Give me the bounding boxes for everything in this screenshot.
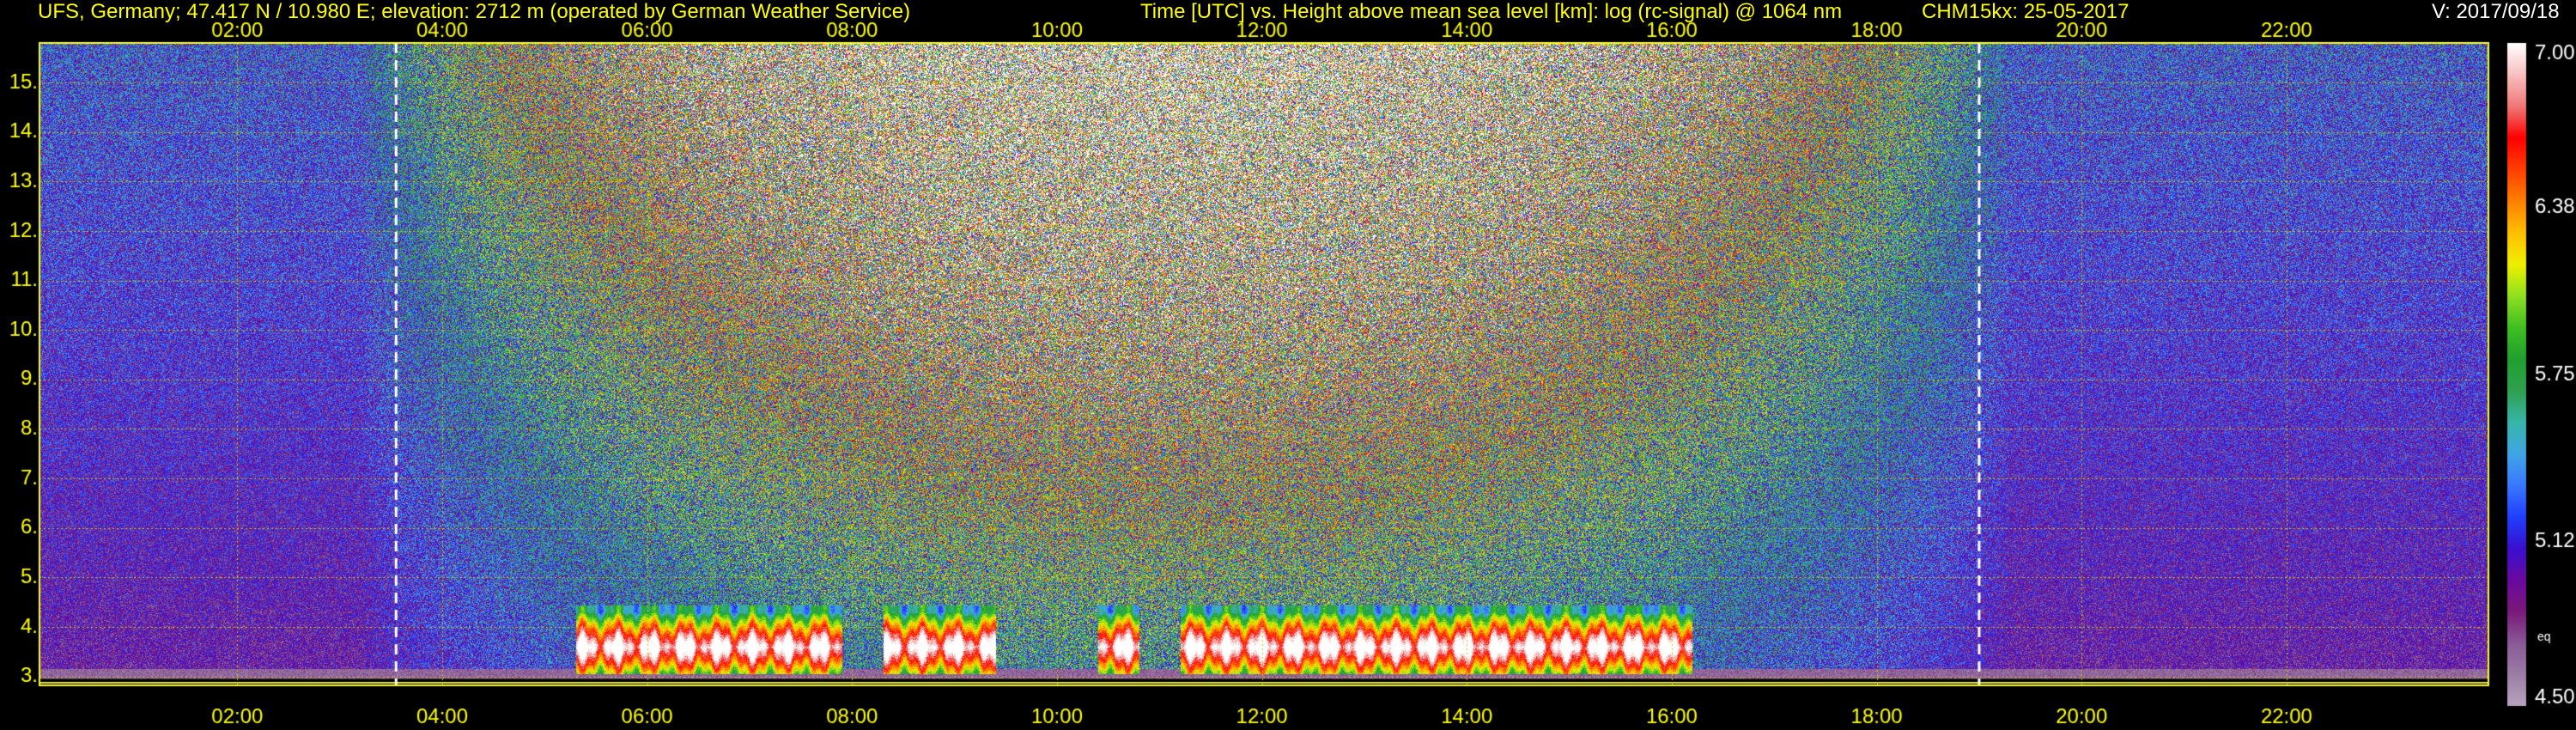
station-title: UFS, Germany; 47.417 N / 10.980 E; eleva… — [38, 0, 911, 23]
instrument-date: CHM15kx: 25-05-2017 — [1922, 0, 2129, 23]
axes-title: Time [UTC] vs. Height above mean sea lev… — [1140, 0, 1843, 23]
version-label: V: 2017/09/18 — [2432, 0, 2560, 23]
ceilometer-heatmap — [0, 0, 2576, 730]
